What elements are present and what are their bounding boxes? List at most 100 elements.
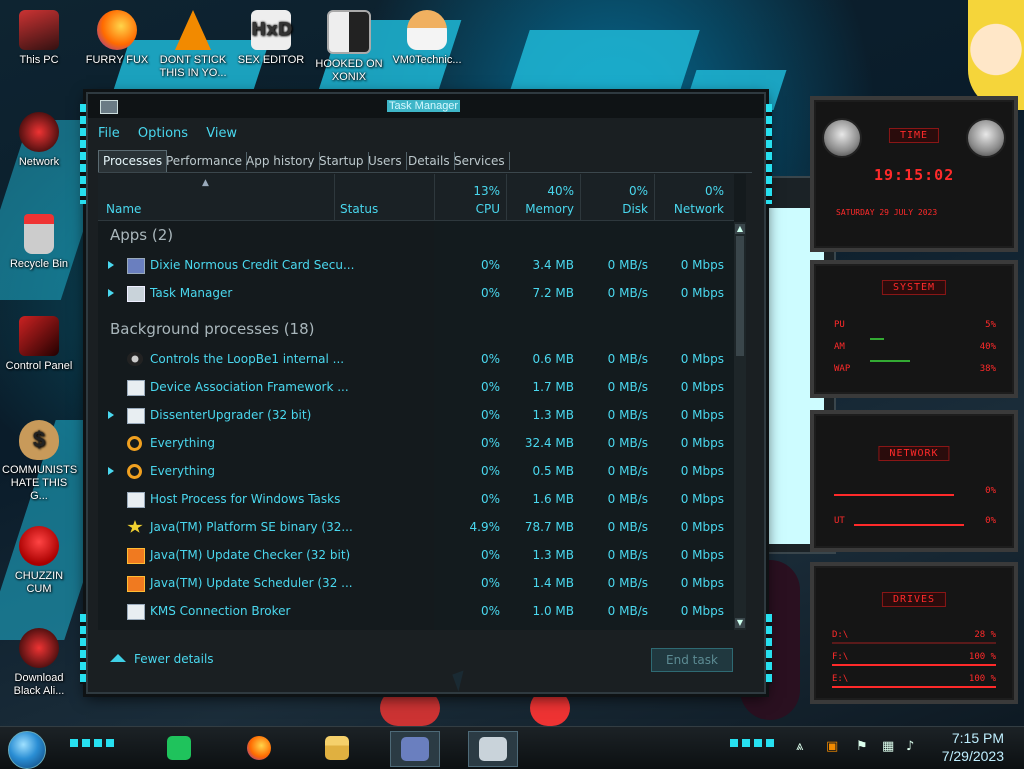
tab-services[interactable]: Services (450, 152, 510, 170)
desktop-icon-communists[interactable]: $ COMMUNISTS HATE THIS G... (2, 420, 78, 503)
desktop-icon-dont-stick[interactable]: DONT STICK THIS IN YO... (156, 10, 230, 80)
network-tray-icon[interactable]: ▦ (882, 739, 894, 754)
table-row[interactable]: Java(TM) Update Checker (32 bit) 0% 1.3 MB… (98, 542, 734, 570)
table-row[interactable]: Device Association Framework ... 0% 1.7 MB… (98, 374, 734, 402)
process-disk: 0 MB/s (607, 286, 648, 300)
system-title: SYSTEM (881, 280, 947, 295)
task-manager-window[interactable]: Task Manager File Options View Processes… (80, 92, 772, 694)
desktop-icon-chuzzin-cum[interactable]: CHUZZIN CUM (2, 526, 76, 596)
table-row[interactable]: Dixie Normous Credit Card Secu... 0% 3.4 M… (98, 252, 734, 280)
memory-total-percent: 40% (547, 184, 574, 198)
process-network: 0 Mbps (680, 352, 724, 366)
menu-view[interactable]: View (206, 126, 237, 141)
chuzzle-icon (19, 526, 59, 566)
process-name: KMS Connection Broker (150, 604, 291, 618)
table-row[interactable]: Java(TM) Platform SE binary (32... 4.9% 78… (98, 514, 734, 542)
process-name: Java(TM) Platform SE binary (32... (150, 520, 353, 534)
expand-arrow-icon[interactable] (108, 289, 114, 297)
taskbar-app-firefox[interactable] (240, 731, 276, 765)
tray-overflow-icon[interactable]: ⩓ (796, 739, 803, 754)
fewer-details-link[interactable]: Fewer details (110, 652, 214, 666)
table-row[interactable]: Everything 0% 32.4 MB 0 MB/s 0 Mbps (98, 430, 734, 458)
taskbar-app-file-explorer[interactable] (318, 731, 354, 765)
desktop-icon-sex-editor[interactable]: HxD SEX EDITOR (234, 10, 308, 67)
column-header-disk[interactable]: Disk (622, 202, 648, 216)
process-disk: 0 MB/s (607, 548, 648, 562)
table-row[interactable]: Controls the LoopBe1 internal ... 0% 0.6 M… (98, 346, 734, 374)
desktop-icon-vm0technic[interactable]: VM0Technic... (390, 10, 464, 67)
desktop-icon-label: COMMUNISTS HATE THIS G... (2, 464, 78, 502)
swap-value: 38% (979, 364, 996, 374)
tab-details[interactable]: Details (404, 152, 455, 170)
expand-arrow-icon[interactable] (108, 411, 114, 419)
process-cpu: 0% (480, 352, 500, 366)
process-table: ▲ Name Status 13% CPU 40% Memory 0% Disk… (98, 174, 746, 630)
column-header-row: ▲ Name Status 13% CPU 40% Memory 0% Disk… (98, 174, 734, 221)
volume-icon[interactable]: ♪ (906, 739, 914, 754)
desktop-icon-furry-fux[interactable]: FURRY FUX (80, 10, 154, 67)
window-edge-decoration (80, 104, 86, 204)
java-tray-icon[interactable]: ▣ (826, 739, 838, 754)
menu-options[interactable]: Options (138, 126, 188, 141)
notes-icon (167, 736, 191, 760)
end-task-button[interactable]: End task (651, 648, 733, 672)
drive-label: D:\ (832, 630, 849, 640)
desktop-icon-this-pc[interactable]: This PC (2, 10, 76, 67)
taskbar-app-notes[interactable] (160, 731, 196, 765)
window-edge-decoration (80, 614, 86, 684)
column-header-network[interactable]: Network (674, 202, 724, 216)
tab-startup[interactable]: Startup (315, 152, 369, 170)
taskbar-app-task-manager[interactable] (468, 731, 518, 767)
table-row[interactable]: Everything 0% 0.5 MB 0 MB/s 0 Mbps (98, 458, 734, 486)
scroll-up-arrow[interactable]: ▲ (735, 224, 745, 234)
vertical-scrollbar[interactable]: ▲ ▼ (734, 222, 746, 630)
flag-icon[interactable]: ⚑ (856, 739, 868, 754)
menu-file[interactable]: File (98, 126, 120, 141)
drives-panel: DRIVES D:\ 28 % F:\ 100 % E:\ 100 % (810, 562, 1018, 704)
taskbar-app-card-security[interactable] (390, 731, 440, 767)
title-bar[interactable]: Task Manager (88, 94, 764, 118)
tab-users[interactable]: Users (364, 152, 407, 170)
desktop-icon-network[interactable]: Network (2, 112, 76, 169)
drives-title: DRIVES (881, 592, 947, 607)
start-button[interactable] (8, 731, 46, 769)
column-header-name[interactable]: Name (106, 202, 141, 216)
table-row[interactable]: Java(TM) Update Scheduler (32 ... 0% 1.4 M… (98, 570, 734, 598)
desktop-icon-recycle-bin[interactable]: Recycle Bin (2, 214, 76, 271)
desktop-icon-control-panel[interactable]: Control Panel (2, 316, 76, 373)
process-cpu: 0% (480, 576, 500, 590)
process-cpu: 0% (480, 258, 500, 272)
process-network: 0 Mbps (680, 520, 724, 534)
table-row[interactable]: DissenterUpgrader (32 bit) 0% 1.3 MB 0 MB/s… (98, 402, 734, 430)
tab-app-history[interactable]: App history (242, 152, 320, 170)
taskbar: ⩓ ▣ ⚑ ▦ ♪ 7:15 PM 7/29/2023 (0, 726, 1024, 769)
tab-processes[interactable]: Processes (98, 150, 168, 172)
table-row[interactable]: KMS Connection Broker 0% 1.0 MB 0 MB/s 0 Mbp… (98, 598, 734, 626)
table-row[interactable]: Task Manager 0% 7.2 MB 0 MB/s 0 Mbps (98, 280, 734, 308)
table-row[interactable]: Host Process for Windows Tasks 0% 1.6 MB 0 … (98, 486, 734, 514)
desktop-icon-hooked-on-xonix[interactable]: HOOKED ON XONIX (312, 10, 386, 84)
taskbar-clock[interactable]: 7:15 PM 7/29/2023 (942, 729, 1004, 765)
system-panel: SYSTEM PU 5% AM 40% WAP 38% (810, 260, 1018, 398)
process-cpu: 0% (480, 464, 500, 478)
expand-arrow-icon[interactable] (108, 467, 114, 475)
desktop-icon-label: HOOKED ON XONIX (315, 58, 383, 83)
scrollbar-thumb[interactable] (736, 236, 744, 356)
scroll-down-arrow[interactable]: ▼ (735, 618, 745, 628)
column-header-cpu[interactable]: CPU (476, 202, 500, 216)
tab-performance[interactable]: Performance (162, 152, 248, 170)
folder-icon (325, 736, 349, 760)
process-name: DissenterUpgrader (32 bit) (150, 408, 312, 422)
column-header-memory[interactable]: Memory (525, 202, 574, 216)
process-cpu: 0% (480, 604, 500, 618)
process-name: Device Association Framework ... (150, 380, 349, 394)
desktop-icon-download-black-ali[interactable]: Download Black Ali... (2, 628, 76, 698)
desktop-icon-label: Download Black Ali... (13, 672, 65, 697)
process-network: 0 Mbps (680, 576, 724, 590)
column-header-status[interactable]: Status (340, 202, 378, 216)
drive-value: 100 % (968, 674, 996, 684)
process-cpu: 0% (480, 286, 500, 300)
process-disk: 0 MB/s (607, 604, 648, 618)
tab-strip: Processes Performance App history Startu… (98, 150, 752, 173)
expand-arrow-icon[interactable] (108, 261, 114, 269)
